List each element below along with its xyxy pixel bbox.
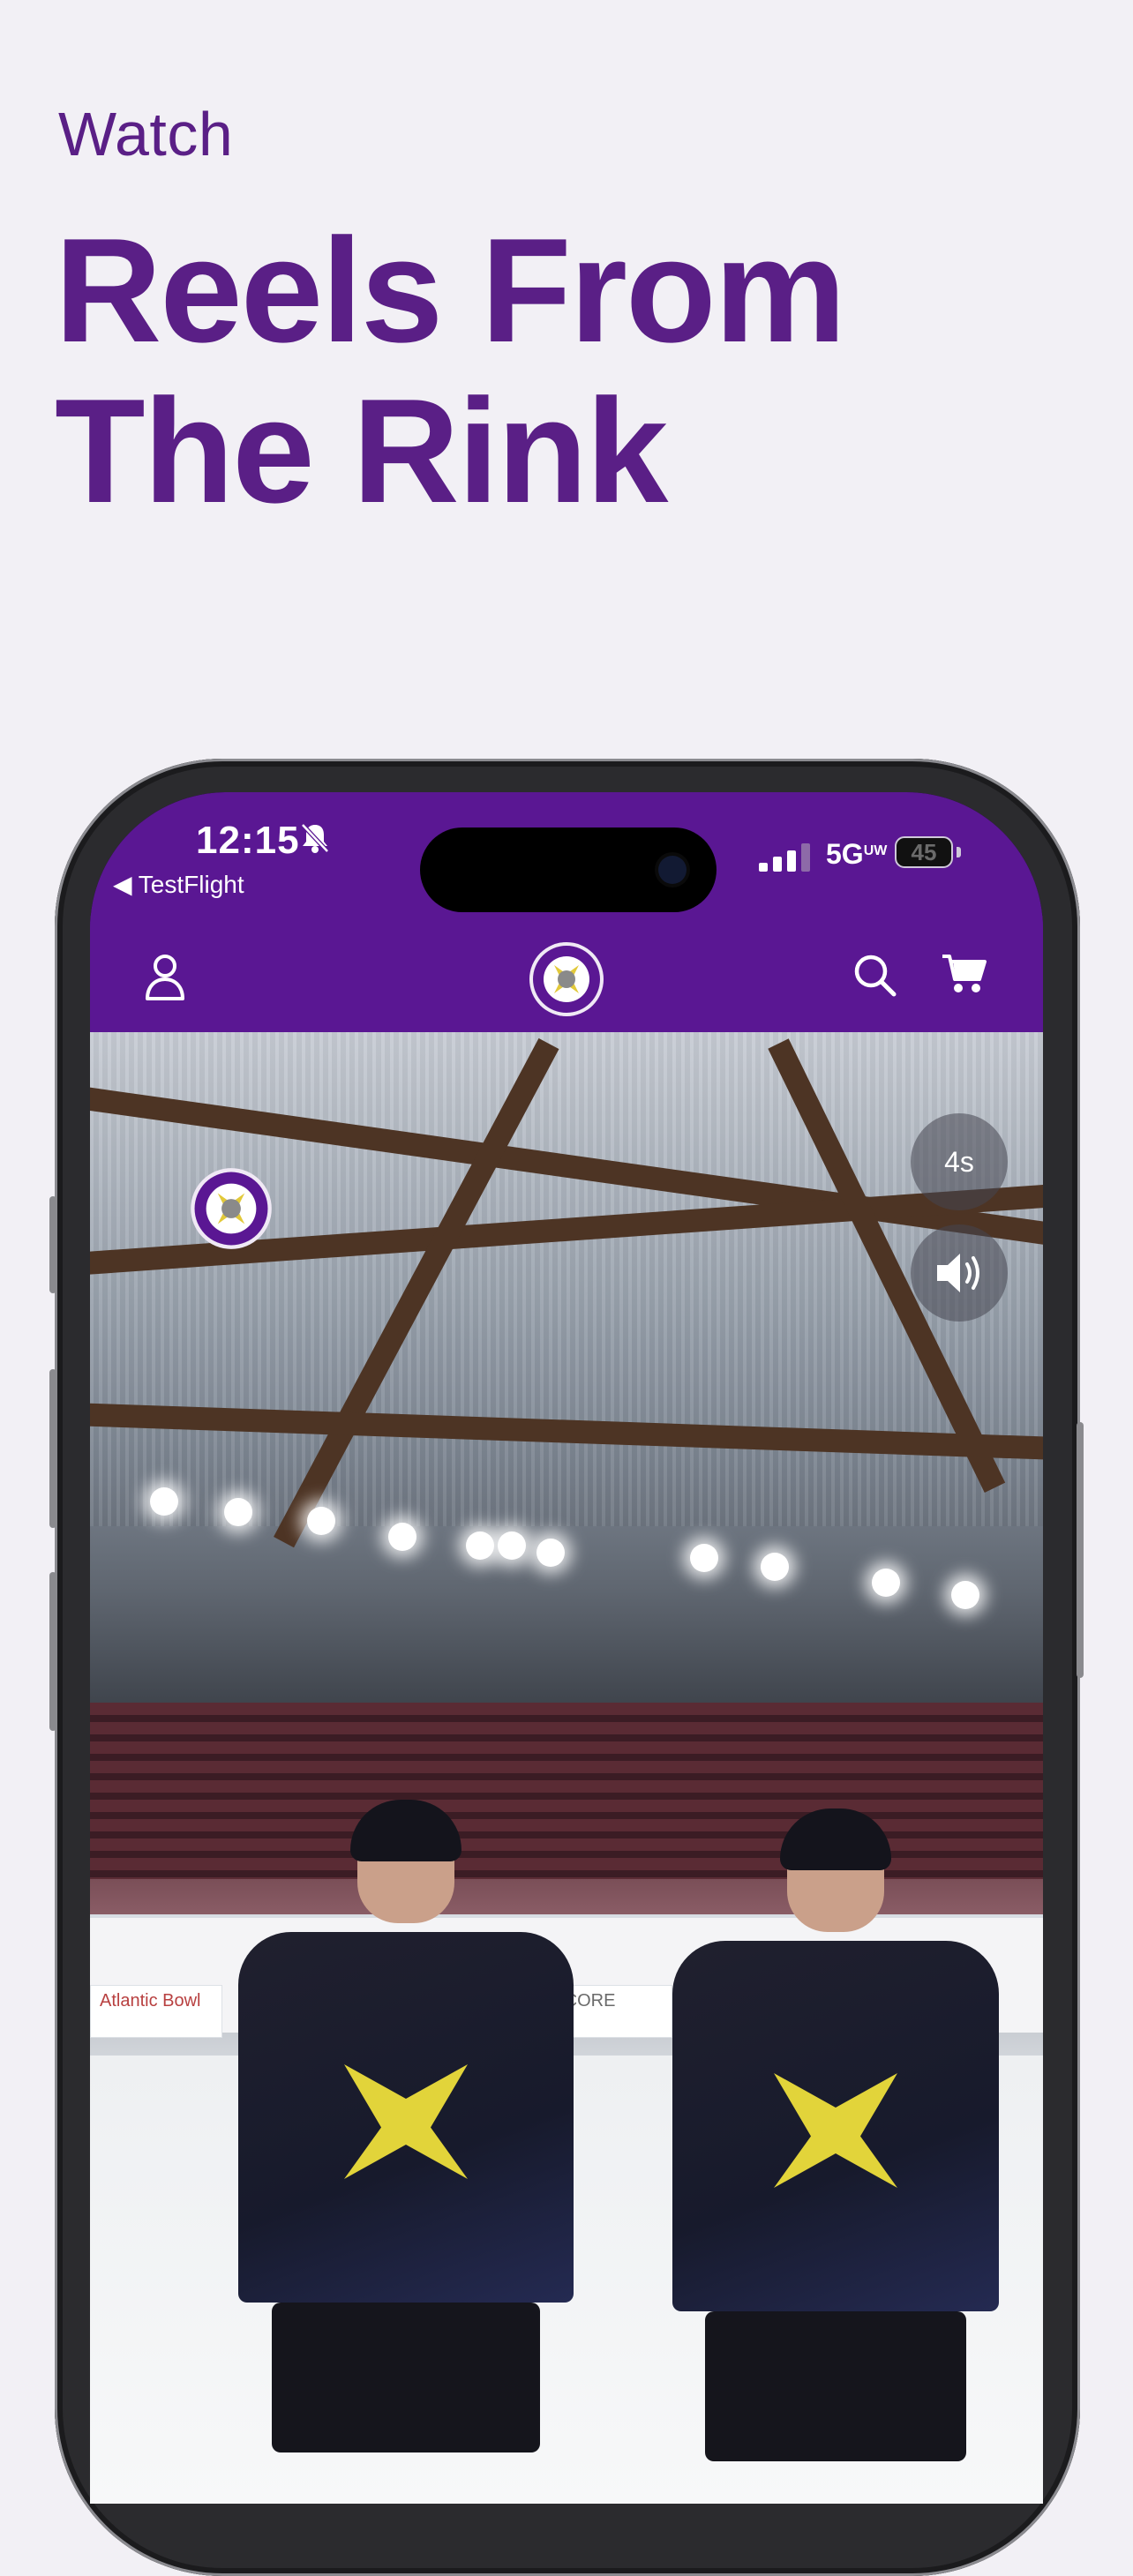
arena-light bbox=[498, 1531, 526, 1560]
network-suffix: UW bbox=[863, 843, 888, 858]
back-to-testflight-link[interactable]: ◀ TestFlight bbox=[113, 870, 244, 899]
player-helmet bbox=[780, 1808, 891, 1870]
dynamic-island bbox=[420, 827, 717, 912]
page-headline: Reels From The Rink bbox=[55, 210, 1025, 531]
network-type-label: 5G bbox=[826, 838, 864, 870]
ad-board: Atlantic Bowl bbox=[90, 1985, 222, 2038]
player-right bbox=[672, 1808, 999, 2504]
arena-light bbox=[150, 1487, 178, 1516]
arena-light bbox=[307, 1507, 335, 1535]
status-time: 12:15 bbox=[196, 819, 300, 862]
phone-power-button bbox=[1077, 1422, 1084, 1678]
bell-slash-icon bbox=[301, 823, 329, 853]
eyebrow-label: Watch bbox=[58, 100, 234, 168]
player-shorts bbox=[705, 2311, 966, 2461]
battery-icon: 45 bbox=[895, 836, 953, 868]
arena-light bbox=[951, 1581, 979, 1609]
app-header bbox=[90, 916, 1043, 1032]
arena-light bbox=[466, 1531, 494, 1560]
network-type: 5GUW bbox=[826, 838, 887, 871]
arena-light bbox=[690, 1544, 718, 1572]
phone-silent-switch bbox=[49, 1196, 56, 1293]
phone-volume-down bbox=[49, 1572, 56, 1731]
player-left bbox=[238, 1800, 574, 2497]
cellular-signal-icon bbox=[759, 843, 810, 872]
reel-timer: 4s bbox=[911, 1113, 1008, 1210]
speaker-on-icon bbox=[937, 1254, 979, 1292]
arena-light bbox=[224, 1498, 252, 1526]
manchester-storm-logo[interactable] bbox=[528, 940, 605, 1018]
headline-line-2: The Rink bbox=[55, 368, 668, 534]
reel-video[interactable]: Atlantic Bowl PSCORE 4s bbox=[90, 1032, 1043, 2504]
battery-level: 45 bbox=[911, 839, 937, 865]
player-shorts bbox=[272, 2303, 540, 2452]
search-icon[interactable] bbox=[852, 953, 897, 997]
profile-icon[interactable] bbox=[145, 953, 185, 1000]
arena-light bbox=[388, 1523, 416, 1551]
cart-icon[interactable] bbox=[941, 953, 987, 995]
headline-line-1: Reels From bbox=[55, 207, 846, 373]
arena-light bbox=[761, 1553, 789, 1581]
arena-light bbox=[872, 1569, 900, 1597]
player-helmet bbox=[350, 1800, 461, 1861]
manchester-storm-logo-watermark bbox=[191, 1168, 272, 1249]
phone-screen: 12:15 ◀ TestFlight 5GUW 45 Atlantic Bowl… bbox=[90, 792, 1043, 2504]
battery-tip bbox=[957, 847, 961, 857]
phone-volume-up bbox=[49, 1369, 56, 1528]
front-camera bbox=[658, 856, 687, 884]
arena-light bbox=[536, 1539, 565, 1567]
sound-toggle-button[interactable] bbox=[911, 1224, 1008, 1322]
